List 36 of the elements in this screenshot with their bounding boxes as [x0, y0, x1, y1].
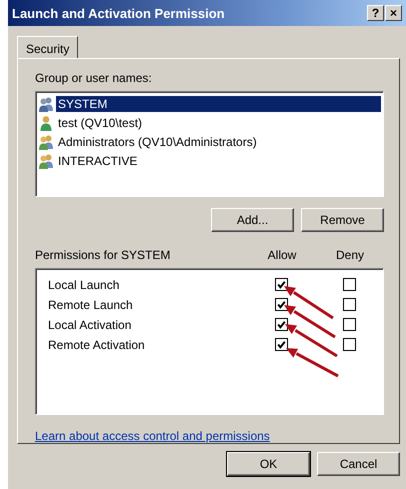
window-title: Launch and Activation Permission — [12, 6, 225, 20]
column-header: Deny — [334, 248, 365, 262]
user-icon — [38, 114, 54, 130]
user-item[interactable]: Administrators (QV10\Administrators) — [38, 132, 381, 151]
user-item[interactable]: INTERACTIVE — [38, 151, 381, 170]
allow-checkbox[interactable] — [274, 318, 288, 332]
permissions-label: Permissions for SYSTEM — [35, 248, 172, 262]
help-button[interactable]: ? — [367, 5, 384, 21]
deny-checkbox[interactable] — [342, 338, 356, 352]
annotation-arrow — [285, 324, 338, 358]
allow-checkbox[interactable] — [274, 338, 288, 352]
permission-name: Remote Launch — [48, 298, 134, 312]
column-header: Allow — [266, 248, 298, 262]
annotation-arrow — [286, 348, 339, 378]
tab[interactable]: Security — [17, 36, 78, 58]
dialog-button[interactable]: Cancel — [317, 452, 400, 476]
allow-checkbox[interactable] — [274, 278, 288, 292]
permission-name: Local Launch — [48, 278, 120, 292]
user-group-icon — [38, 96, 54, 112]
dialog-button[interactable]: Remove — [301, 208, 384, 232]
help-link[interactable]: Learn about access control and permissions — [35, 429, 270, 443]
allow-checkbox[interactable] — [274, 298, 288, 312]
annotation-arrow — [284, 286, 334, 320]
user-item[interactable]: test (QV10\test) — [38, 113, 381, 132]
deny-checkbox[interactable] — [342, 278, 356, 292]
user-group-icon — [38, 134, 54, 150]
annotation-arrow — [284, 305, 336, 338]
dialog-button[interactable]: OK — [227, 452, 310, 476]
permission-name: Remote Activation — [48, 338, 146, 352]
deny-checkbox[interactable] — [342, 318, 356, 332]
close-button[interactable]: × — [385, 5, 402, 21]
dialog-button[interactable]: Add... — [211, 208, 294, 232]
deny-checkbox[interactable] — [342, 298, 356, 312]
group-label: Group or user names: — [35, 71, 153, 85]
user-group-icon — [38, 152, 54, 168]
permission-name: Local Activation — [48, 318, 132, 332]
